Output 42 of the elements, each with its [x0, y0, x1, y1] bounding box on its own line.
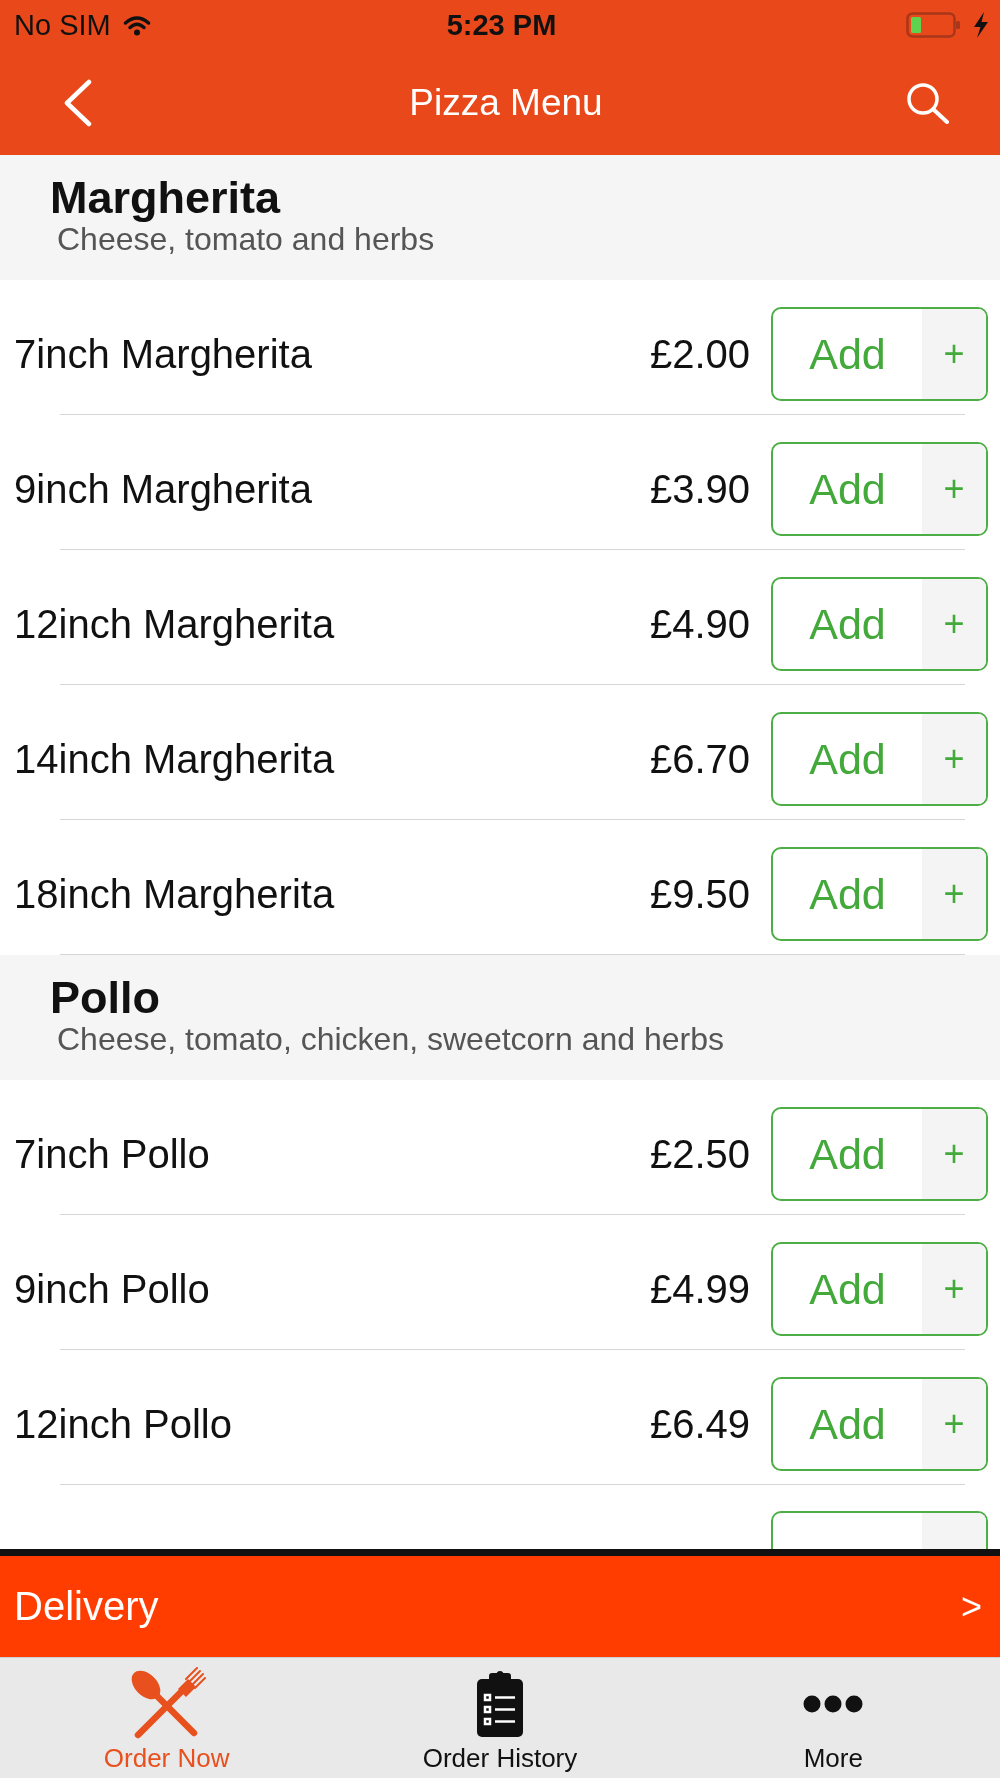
wifi-icon: [122, 14, 151, 36]
delivery-button[interactable]: Delivery >: [0, 1556, 1000, 1657]
item-price: £6.70: [649, 736, 750, 782]
item-name: 7inch Margherita: [14, 331, 313, 377]
search-icon[interactable]: [906, 81, 950, 124]
add-button[interactable]: Add +: [771, 1242, 988, 1336]
carrier-text: No SIM: [14, 8, 111, 42]
charging-bolt-icon: [973, 12, 989, 38]
section-description: Cheese, tomato, chicken, sweetcorn and herbs: [57, 1021, 725, 1057]
nav-title: Pizza Menu: [409, 81, 603, 123]
tab-item[interactable]: More: [666, 1658, 1000, 1778]
back-icon[interactable]: [62, 78, 94, 127]
item-name: 7inch Pollo: [14, 1131, 211, 1177]
add-button[interactable]: Add +: [771, 577, 988, 671]
item-name: 18inch Margherita: [14, 871, 336, 917]
section-title: Margherita: [50, 175, 281, 221]
battery-icon: [906, 12, 961, 38]
tab-item[interactable]: Order Now: [0, 1658, 334, 1778]
add-button[interactable]: Add +: [771, 712, 988, 806]
item-price: £9.50: [649, 871, 750, 917]
item-price: £2.00: [649, 331, 750, 377]
section-title: Pollo: [50, 975, 160, 1021]
item-price: £6.49: [649, 1401, 750, 1447]
section-description: Cheese, tomato and herbs: [57, 221, 435, 257]
add-button[interactable]: Add +: [771, 1107, 988, 1201]
tab-item[interactable]: Order History: [333, 1658, 667, 1778]
time-text: 5:23 PM: [446, 8, 557, 41]
clipboard-icon: [476, 1671, 524, 1737]
item-price: £4.90: [649, 601, 750, 647]
item-price: £3.90: [649, 466, 750, 512]
item-name: 9inch Margherita: [14, 466, 313, 512]
add-button[interactable]: Add +: [771, 1377, 988, 1471]
add-button[interactable]: Add +: [771, 442, 988, 536]
more-icon: [803, 1695, 864, 1713]
item-name: 14inch Margherita: [14, 736, 336, 782]
add-button[interactable]: Add +: [771, 307, 988, 401]
item-price: £4.99: [649, 1266, 750, 1312]
item-name: 9inch Pollo: [14, 1266, 211, 1312]
item-price: £2.50: [649, 1131, 750, 1177]
item-name: 12inch Pollo: [14, 1401, 233, 1447]
item-name: 12inch Margherita: [14, 601, 336, 647]
add-button[interactable]: Add +: [771, 847, 988, 941]
